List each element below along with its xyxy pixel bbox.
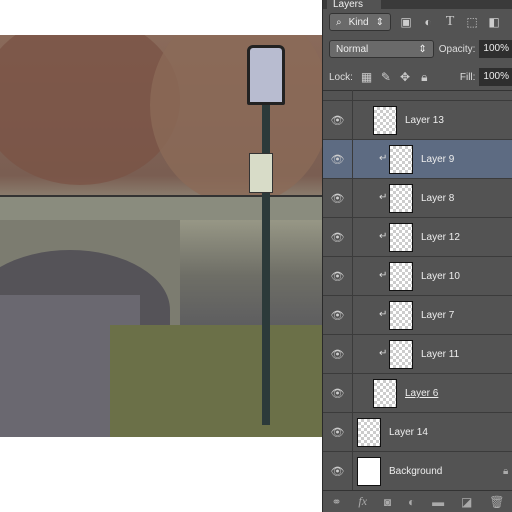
clipping-arrow-icon: ↵ <box>379 231 388 242</box>
mask-icon[interactable]: ◙ <box>384 495 391 509</box>
adjustment-filter-icon[interactable]: ◐ <box>421 15 435 29</box>
layers-panel: Layers ⌕ Kind ⇕ ▣ ◐ T ⬚ ◧ Normal ⇕ Opacity:… <box>322 0 512 512</box>
lock-brush-icon[interactable]: ✎ <box>380 70 391 84</box>
layer-name[interactable]: Layer 10 <box>421 271 460 282</box>
updown-icon: ⇕ <box>418 43 427 55</box>
lock-row: Lock: ▦ ✎ ✥ 🔒︎ Fill: 100% <box>323 65 512 89</box>
updown-icon: ⇕ <box>375 16 384 28</box>
search-icon: ⌕ <box>336 16 342 28</box>
lock-all-icon[interactable]: 🔒︎ <box>419 70 430 84</box>
lock-label: Lock: <box>329 71 353 83</box>
layer-name[interactable]: Layer 12 <box>421 232 460 243</box>
opacity-label: Opacity: <box>438 43 476 55</box>
layer-thumbnail[interactable] <box>373 379 397 408</box>
layer-row[interactable]: 👁︎ Layer 13 <box>323 101 512 140</box>
layers-list: 👁︎ Layer 13 👁︎ ↵ Layer 9 👁︎ ↵ Layer 8 👁︎ ↵ Layer 1… <box>323 90 512 491</box>
layer-thumbnail[interactable] <box>389 301 413 330</box>
layer-name[interactable]: Layer 6 <box>405 388 438 399</box>
layer-name[interactable]: Layer 13 <box>405 115 444 126</box>
layer-thumbnail[interactable] <box>357 418 381 447</box>
fill-label: Fill: <box>459 71 476 83</box>
layer-row[interactable]: 👁︎ ↵ Layer 11 <box>323 335 512 374</box>
link-icon[interactable]: ⚭ <box>331 495 341 509</box>
layer-thumbnail[interactable] <box>389 145 413 174</box>
layer-thumbnail[interactable] <box>389 184 413 213</box>
lock-move-icon[interactable]: ✥ <box>399 70 410 84</box>
layer-row[interactable]: 👁︎ ↵ Layer 9 <box>323 140 512 179</box>
tab-layers[interactable]: Layers <box>327 0 381 10</box>
image-filter-icon[interactable]: ▣ <box>399 15 413 29</box>
layer-name[interactable]: Layer 14 <box>389 427 428 438</box>
filter-row: ⌕ Kind ⇕ ▣ ◐ T ⬚ ◧ <box>323 10 512 34</box>
layer-name[interactable]: Layer 9 <box>421 154 454 165</box>
layer-thumbnail[interactable] <box>389 340 413 369</box>
fill-input[interactable]: 100% <box>479 68 512 86</box>
layer-thumbnail[interactable] <box>389 262 413 291</box>
visibility-eye-icon[interactable]: 👁︎ <box>323 218 353 256</box>
adjustment-layer-icon[interactable]: ◐ <box>408 495 415 509</box>
clipping-arrow-icon: ↵ <box>379 309 388 320</box>
visibility-eye-icon[interactable]: 👁︎ <box>323 140 353 178</box>
layer-name[interactable]: Background <box>389 466 442 477</box>
layer-name[interactable]: Layer 11 <box>421 349 459 360</box>
layer-row[interactable]: 👁︎ ↵ Layer 10 <box>323 257 512 296</box>
layer-thumbnail[interactable] <box>389 223 413 252</box>
layer-row[interactable]: 👁︎ Background 🔒︎ <box>323 452 512 491</box>
visibility-eye-icon[interactable]: 👁︎ <box>323 101 353 139</box>
blend-mode-select[interactable]: Normal ⇕ <box>329 40 434 58</box>
clipping-arrow-icon: ↵ <box>379 153 388 164</box>
lock-transparent-icon[interactable]: ▦ <box>361 70 372 84</box>
blend-row: Normal ⇕ Opacity: 100% <box>323 37 512 61</box>
trash-icon[interactable]: 🗑︎ <box>489 495 504 509</box>
visibility-eye-icon[interactable]: 👁︎ <box>323 452 353 490</box>
type-filter-icon[interactable]: T <box>443 14 457 29</box>
layer-row[interactable]: 👁︎ Layer 6 <box>323 374 512 413</box>
panel-bottom-toolbar: ⚭ fx ◙ ◐ ▬ ◪ 🗑︎ <box>323 490 512 512</box>
layer-row[interactable]: 👁︎ ↵ Layer 8 <box>323 179 512 218</box>
clipping-arrow-icon: ↵ <box>379 270 388 281</box>
visibility-eye-icon[interactable]: 👁︎ <box>323 374 353 412</box>
visibility-eye-icon[interactable]: 👁︎ <box>323 413 353 451</box>
folder-icon[interactable]: ▬ <box>432 495 444 509</box>
layer-name[interactable]: Layer 7 <box>421 310 454 321</box>
document-canvas[interactable] <box>0 0 322 512</box>
layer-thumbnail[interactable] <box>373 106 397 135</box>
lock-icon[interactable]: 🔒︎ <box>503 466 508 477</box>
layer-row[interactable]: 👁︎ Layer 14 <box>323 413 512 452</box>
visibility-eye-icon[interactable]: 👁︎ <box>323 179 353 217</box>
shape-filter-icon[interactable]: ⬚ <box>465 15 479 29</box>
layer-thumbnail[interactable] <box>357 457 381 486</box>
visibility-eye-icon[interactable]: 👁︎ <box>323 335 353 373</box>
layer-row[interactable]: 👁︎ ↵ Layer 7 <box>323 296 512 335</box>
new-layer-icon[interactable]: ◪ <box>461 495 472 509</box>
layer-row[interactable]: 👁︎ ↵ Layer 12 <box>323 218 512 257</box>
artwork-central-park-bridge <box>0 35 322 437</box>
filter-kind-select[interactable]: ⌕ Kind ⇕ <box>329 13 391 31</box>
visibility-eye-icon[interactable]: 👁︎ <box>323 257 353 295</box>
fx-icon[interactable]: fx <box>358 494 367 509</box>
clipping-arrow-icon: ↵ <box>379 192 388 203</box>
layer-row-partial[interactable] <box>323 90 512 101</box>
layer-name[interactable]: Layer 8 <box>421 193 454 204</box>
visibility-eye-icon[interactable]: 👁︎ <box>323 296 353 334</box>
opacity-input[interactable]: 100% <box>479 40 512 58</box>
smart-object-filter-icon[interactable]: ◧ <box>487 15 501 29</box>
clipping-arrow-icon: ↵ <box>379 348 388 359</box>
